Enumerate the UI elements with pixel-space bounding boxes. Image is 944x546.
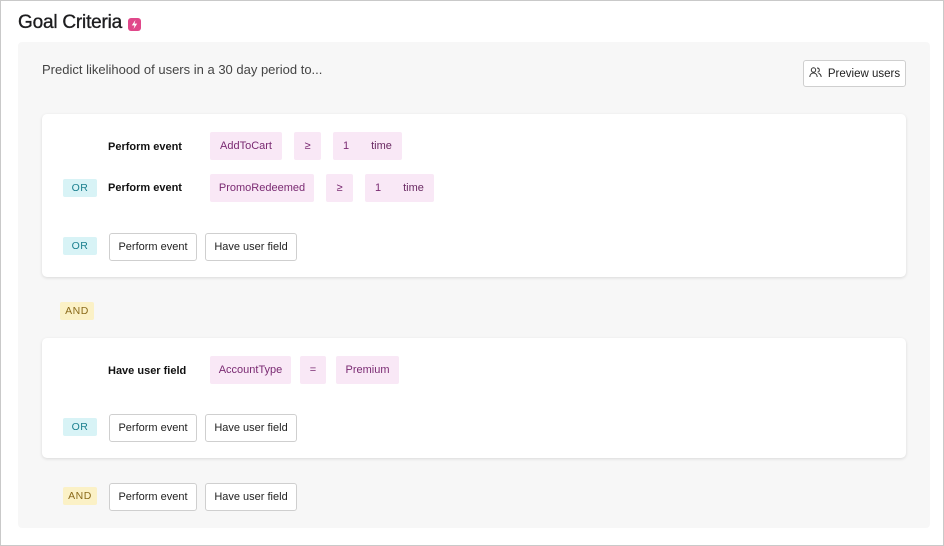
condition-type-label: Have user field xyxy=(108,365,187,377)
add-user-field-button[interactable]: Have user field xyxy=(205,233,297,261)
and-connector: AND xyxy=(60,302,94,320)
add-perform-event-button[interactable]: Perform event xyxy=(109,233,197,261)
or-connector: OR xyxy=(63,179,97,197)
event-selector[interactable]: AddToCart xyxy=(210,132,282,160)
page-title: Goal Criteria xyxy=(18,12,123,33)
header: Goal Criteria xyxy=(18,12,142,34)
add-user-field-button[interactable]: Have user field xyxy=(205,414,297,442)
operator-selector[interactable]: ≥ xyxy=(326,174,353,202)
or-connector: OR xyxy=(63,237,97,255)
add-perform-event-button[interactable]: Perform event xyxy=(109,414,197,442)
operator-selector[interactable]: ≥ xyxy=(294,132,321,160)
operator-selector[interactable]: = xyxy=(300,356,326,384)
or-connector: OR xyxy=(63,418,97,436)
value-selector[interactable]: Premium xyxy=(336,356,399,384)
event-selector[interactable]: PromoRedeemed xyxy=(210,174,314,202)
count-value: 1 xyxy=(375,182,382,194)
add-perform-event-button[interactable]: Perform event xyxy=(109,483,197,511)
preview-users-label: Preview users xyxy=(827,67,901,80)
preview-users-button[interactable]: Preview users xyxy=(803,60,906,87)
count-unit: time xyxy=(403,182,424,194)
count-input[interactable]: 1 time xyxy=(333,132,402,160)
condition-type-label: Perform event xyxy=(108,141,182,153)
count-input[interactable]: 1 time xyxy=(365,174,434,202)
criteria-description: Predict likelihood of users in a 30 day … xyxy=(42,62,323,77)
count-unit: time xyxy=(371,140,392,152)
count-value: 1 xyxy=(343,140,350,152)
condition-type-label: Perform event xyxy=(108,182,182,194)
and-connector: AND xyxy=(63,487,97,505)
users-icon xyxy=(809,66,822,81)
lightning-icon xyxy=(128,17,142,31)
add-user-field-button[interactable]: Have user field xyxy=(205,483,297,511)
field-selector[interactable]: AccountType xyxy=(210,356,291,384)
